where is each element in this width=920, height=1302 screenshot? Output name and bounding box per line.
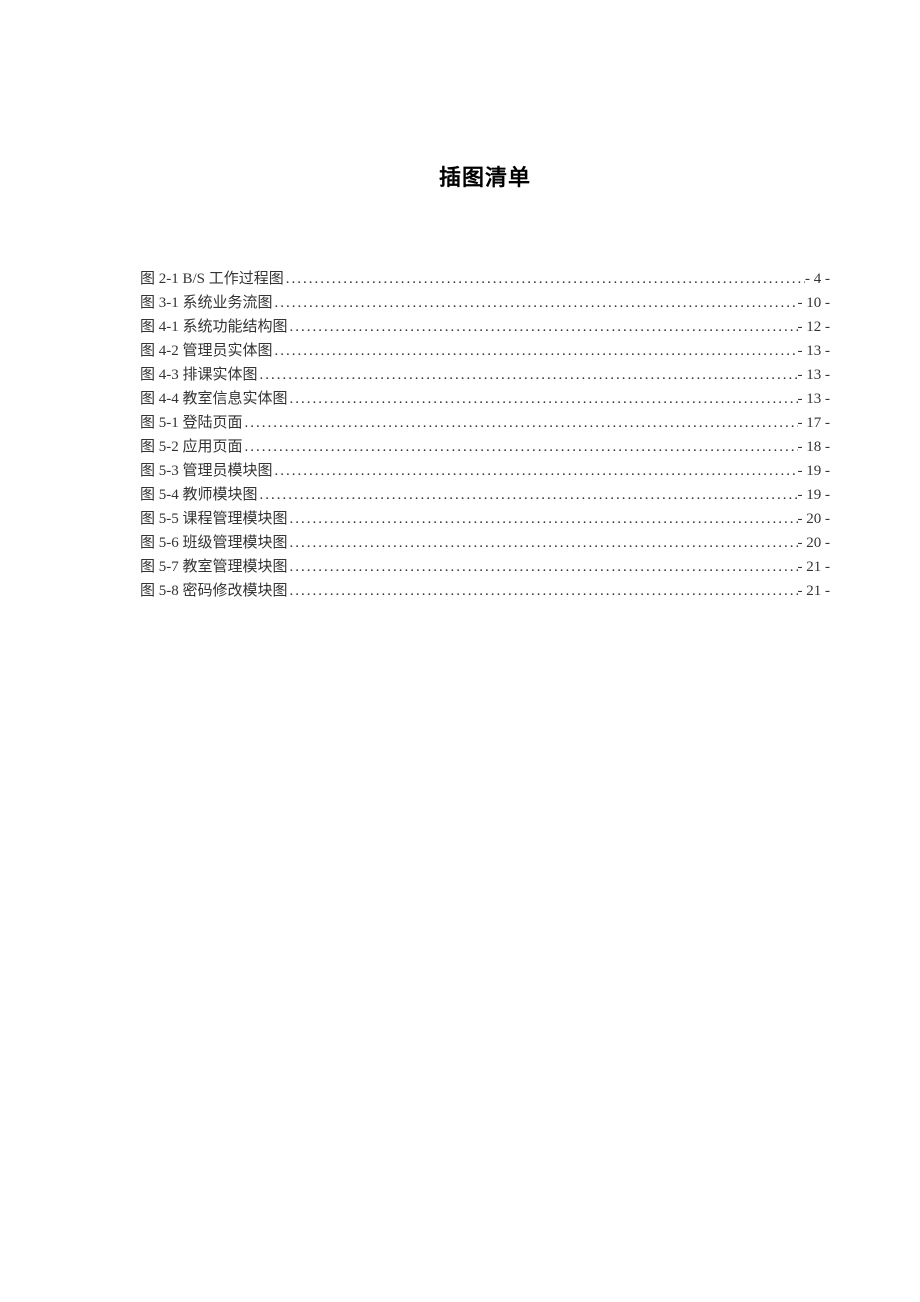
toc-entry-page: - 18 -: [798, 435, 831, 459]
toc-leader-dots: [288, 555, 798, 579]
toc-entry-label: 图 4-4 教室信息实体图: [140, 387, 288, 411]
toc-leader-dots: [288, 531, 798, 555]
toc-entry-page: - 13 -: [798, 363, 831, 387]
toc-entry: 图 5-4 教师模块图 - 19 -: [140, 483, 830, 507]
toc-entry-label: 图 5-2 应用页面: [140, 435, 243, 459]
toc-leader-dots: [288, 315, 798, 339]
toc-leader-dots: [273, 459, 798, 483]
toc-entry-page: - 12 -: [798, 315, 831, 339]
toc-entry-label: 图 5-6 班级管理模块图: [140, 531, 288, 555]
toc-entry-page: - 13 -: [798, 387, 831, 411]
toc-entry-label: 图 5-4 教师模块图: [140, 483, 258, 507]
toc-entry: 图 5-6 班级管理模块图 - 20 -: [140, 531, 830, 555]
page-title: 插图清单: [140, 160, 830, 192]
toc-entry: 图 5-5 课程管理模块图 - 20 -: [140, 507, 830, 531]
toc-entry-page: - 20 -: [798, 531, 831, 555]
toc-entry-label: 图 3-1 系统业务流图: [140, 291, 273, 315]
toc-entry-label: 图 4-1 系统功能结构图: [140, 315, 288, 339]
toc-list: 图 2-1 B/S 工作过程图- 4 -图 3-1 系统业务流图- 10 -图 …: [140, 267, 830, 603]
toc-leader-dots: [243, 435, 798, 459]
toc-entry: 图 4-4 教室信息实体图 - 13 -: [140, 387, 830, 411]
toc-leader-dots: [243, 411, 798, 435]
document-page: 插图清单 图 2-1 B/S 工作过程图 - 4 - 图 3-1 系统业务流图 - 1…: [0, 0, 920, 603]
toc-entry-page: - 17 -: [798, 411, 831, 435]
toc-entry: 图 4-2 管理员实体图 - 13 -: [140, 339, 830, 363]
toc-entry: 图 5-3 管理员模块图 - 19 -: [140, 459, 830, 483]
toc-entry: 图 5-8 密码修改模块图 - 21 -: [140, 579, 830, 603]
toc-entry-page: - 21 -: [798, 555, 831, 579]
toc-entry-page: - 13 -: [798, 339, 831, 363]
toc-entry-label: 图 5-5 课程管理模块图: [140, 507, 288, 531]
toc-entry: 图 5-1 登陆页面 - 17 -: [140, 411, 830, 435]
toc-entry-label: 图 4-3 排课实体图: [140, 363, 258, 387]
toc-leader-dots: [284, 267, 805, 291]
toc-entry-label: 图 5-8 密码修改模块图: [140, 579, 288, 603]
toc-entry: 图 5-7 教室管理模块图 - 21 -: [140, 555, 830, 579]
toc-entry-page: - 19 -: [798, 483, 831, 507]
toc-entry: 图 4-1 系统功能结构图 - 12 -: [140, 315, 830, 339]
toc-leader-dots: [273, 339, 798, 363]
toc-entry-page: - 19 -: [798, 459, 831, 483]
toc-leader-dots: [258, 363, 798, 387]
toc-leader-dots: [258, 483, 798, 507]
toc-entry-label: 图 5-1 登陆页面: [140, 411, 243, 435]
toc-entry: 图 2-1 B/S 工作过程图 - 4 -: [140, 267, 830, 291]
toc-entry-page: - 20 -: [798, 507, 831, 531]
toc-entry-page: - 10 -: [798, 291, 831, 315]
toc-entry: 图 4-3 排课实体图 - 13 -: [140, 363, 830, 387]
toc-leader-dots: [288, 507, 798, 531]
toc-entry-label: 图 5-3 管理员模块图: [140, 459, 273, 483]
toc-entry-label: 图 4-2 管理员实体图: [140, 339, 273, 363]
toc-leader-dots: [288, 387, 798, 411]
toc-entry: 图 3-1 系统业务流图 - 10 -: [140, 291, 830, 315]
toc-entry: 图 5-2 应用页面 - 18 -: [140, 435, 830, 459]
toc-entry-page: - 4 -: [805, 267, 830, 291]
toc-leader-dots: [288, 579, 798, 603]
toc-entry-page: - 21 -: [798, 579, 831, 603]
toc-entry-label: 图 2-1 B/S 工作过程图: [140, 267, 284, 291]
toc-entry-label: 图 5-7 教室管理模块图: [140, 555, 288, 579]
toc-leader-dots: [273, 291, 798, 315]
